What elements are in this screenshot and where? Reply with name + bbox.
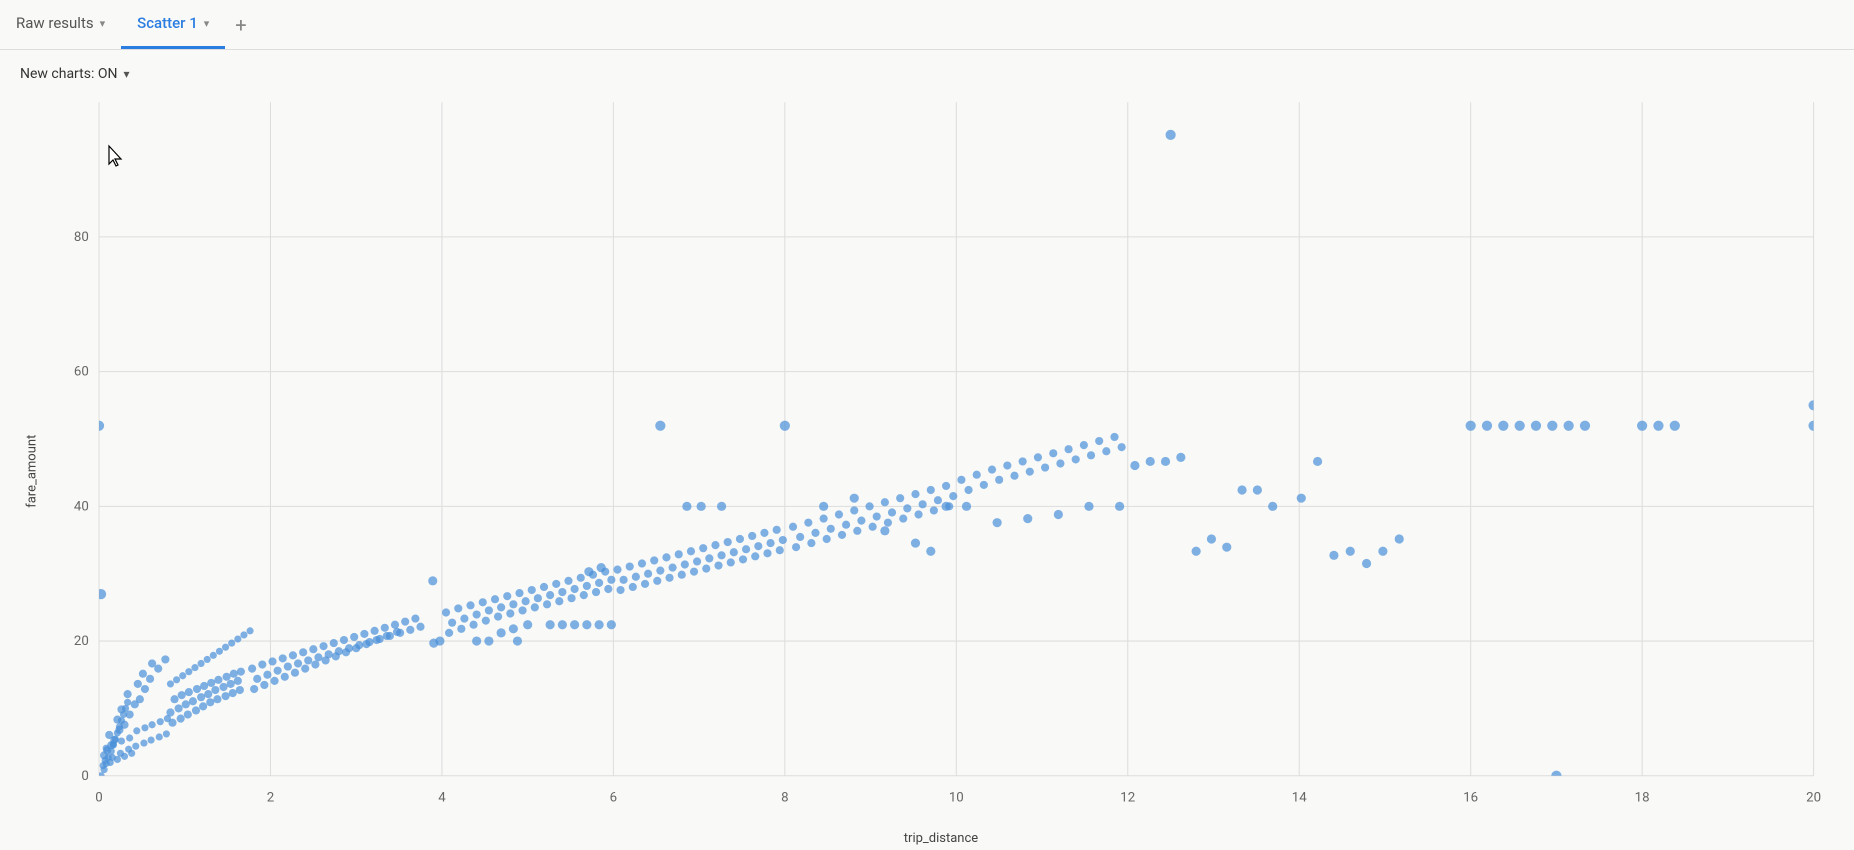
svg-text:16: 16: [1463, 790, 1478, 805]
svg-text:14: 14: [1292, 790, 1307, 805]
chart-container: New charts: ON ▾ fare_amount: [0, 50, 1854, 840]
svg-text:0: 0: [81, 769, 88, 784]
tab-raw-results-label: Raw results: [16, 14, 94, 32]
y-axis-label: fare_amount: [20, 92, 44, 850]
svg-text:2: 2: [267, 790, 274, 805]
tab-scatter-1[interactable]: Scatter 1 ▾: [121, 0, 225, 49]
svg-text:80: 80: [74, 230, 89, 245]
chart-controls: New charts: ON ▾: [20, 66, 1834, 82]
new-charts-toggle[interactable]: New charts: ON ▾: [20, 66, 129, 82]
svg-text:20: 20: [1806, 790, 1821, 805]
svg-text:6: 6: [610, 790, 617, 805]
svg-text:20: 20: [74, 634, 89, 649]
new-charts-label: New charts: ON: [20, 66, 117, 82]
svg-text:60: 60: [74, 365, 89, 380]
tab-scatter-1-label: Scatter 1: [137, 14, 198, 32]
tab-raw-results-chevron: ▾: [100, 17, 106, 30]
tab-bar: Raw results ▾ Scatter 1 ▾ +: [0, 0, 1854, 50]
svg-text:0: 0: [95, 790, 102, 805]
svg-text:8: 8: [781, 790, 788, 805]
chart-area: 0 20 40 60 80 0 2 4 6 8 10 12 14 16 18: [48, 92, 1834, 850]
plot-area: 0 20 40 60 80 0 2 4 6 8 10 12 14 16 18: [48, 92, 1834, 827]
tab-scatter-1-chevron: ▾: [204, 17, 210, 30]
svg-text:40: 40: [74, 499, 89, 514]
tab-raw-results[interactable]: Raw results ▾: [0, 0, 121, 49]
tab-add-button[interactable]: +: [225, 0, 256, 49]
scatter-chart: 0 20 40 60 80 0 2 4 6 8 10 12 14 16 18: [48, 92, 1834, 827]
x-axis-label: trip_distance: [48, 831, 1834, 850]
svg-text:18: 18: [1635, 790, 1650, 805]
scatter-wrapper: fare_amount: [20, 92, 1834, 850]
svg-text:10: 10: [949, 790, 964, 805]
svg-text:4: 4: [438, 790, 446, 805]
svg-text:12: 12: [1120, 790, 1135, 805]
new-charts-chevron: ▾: [123, 67, 129, 81]
